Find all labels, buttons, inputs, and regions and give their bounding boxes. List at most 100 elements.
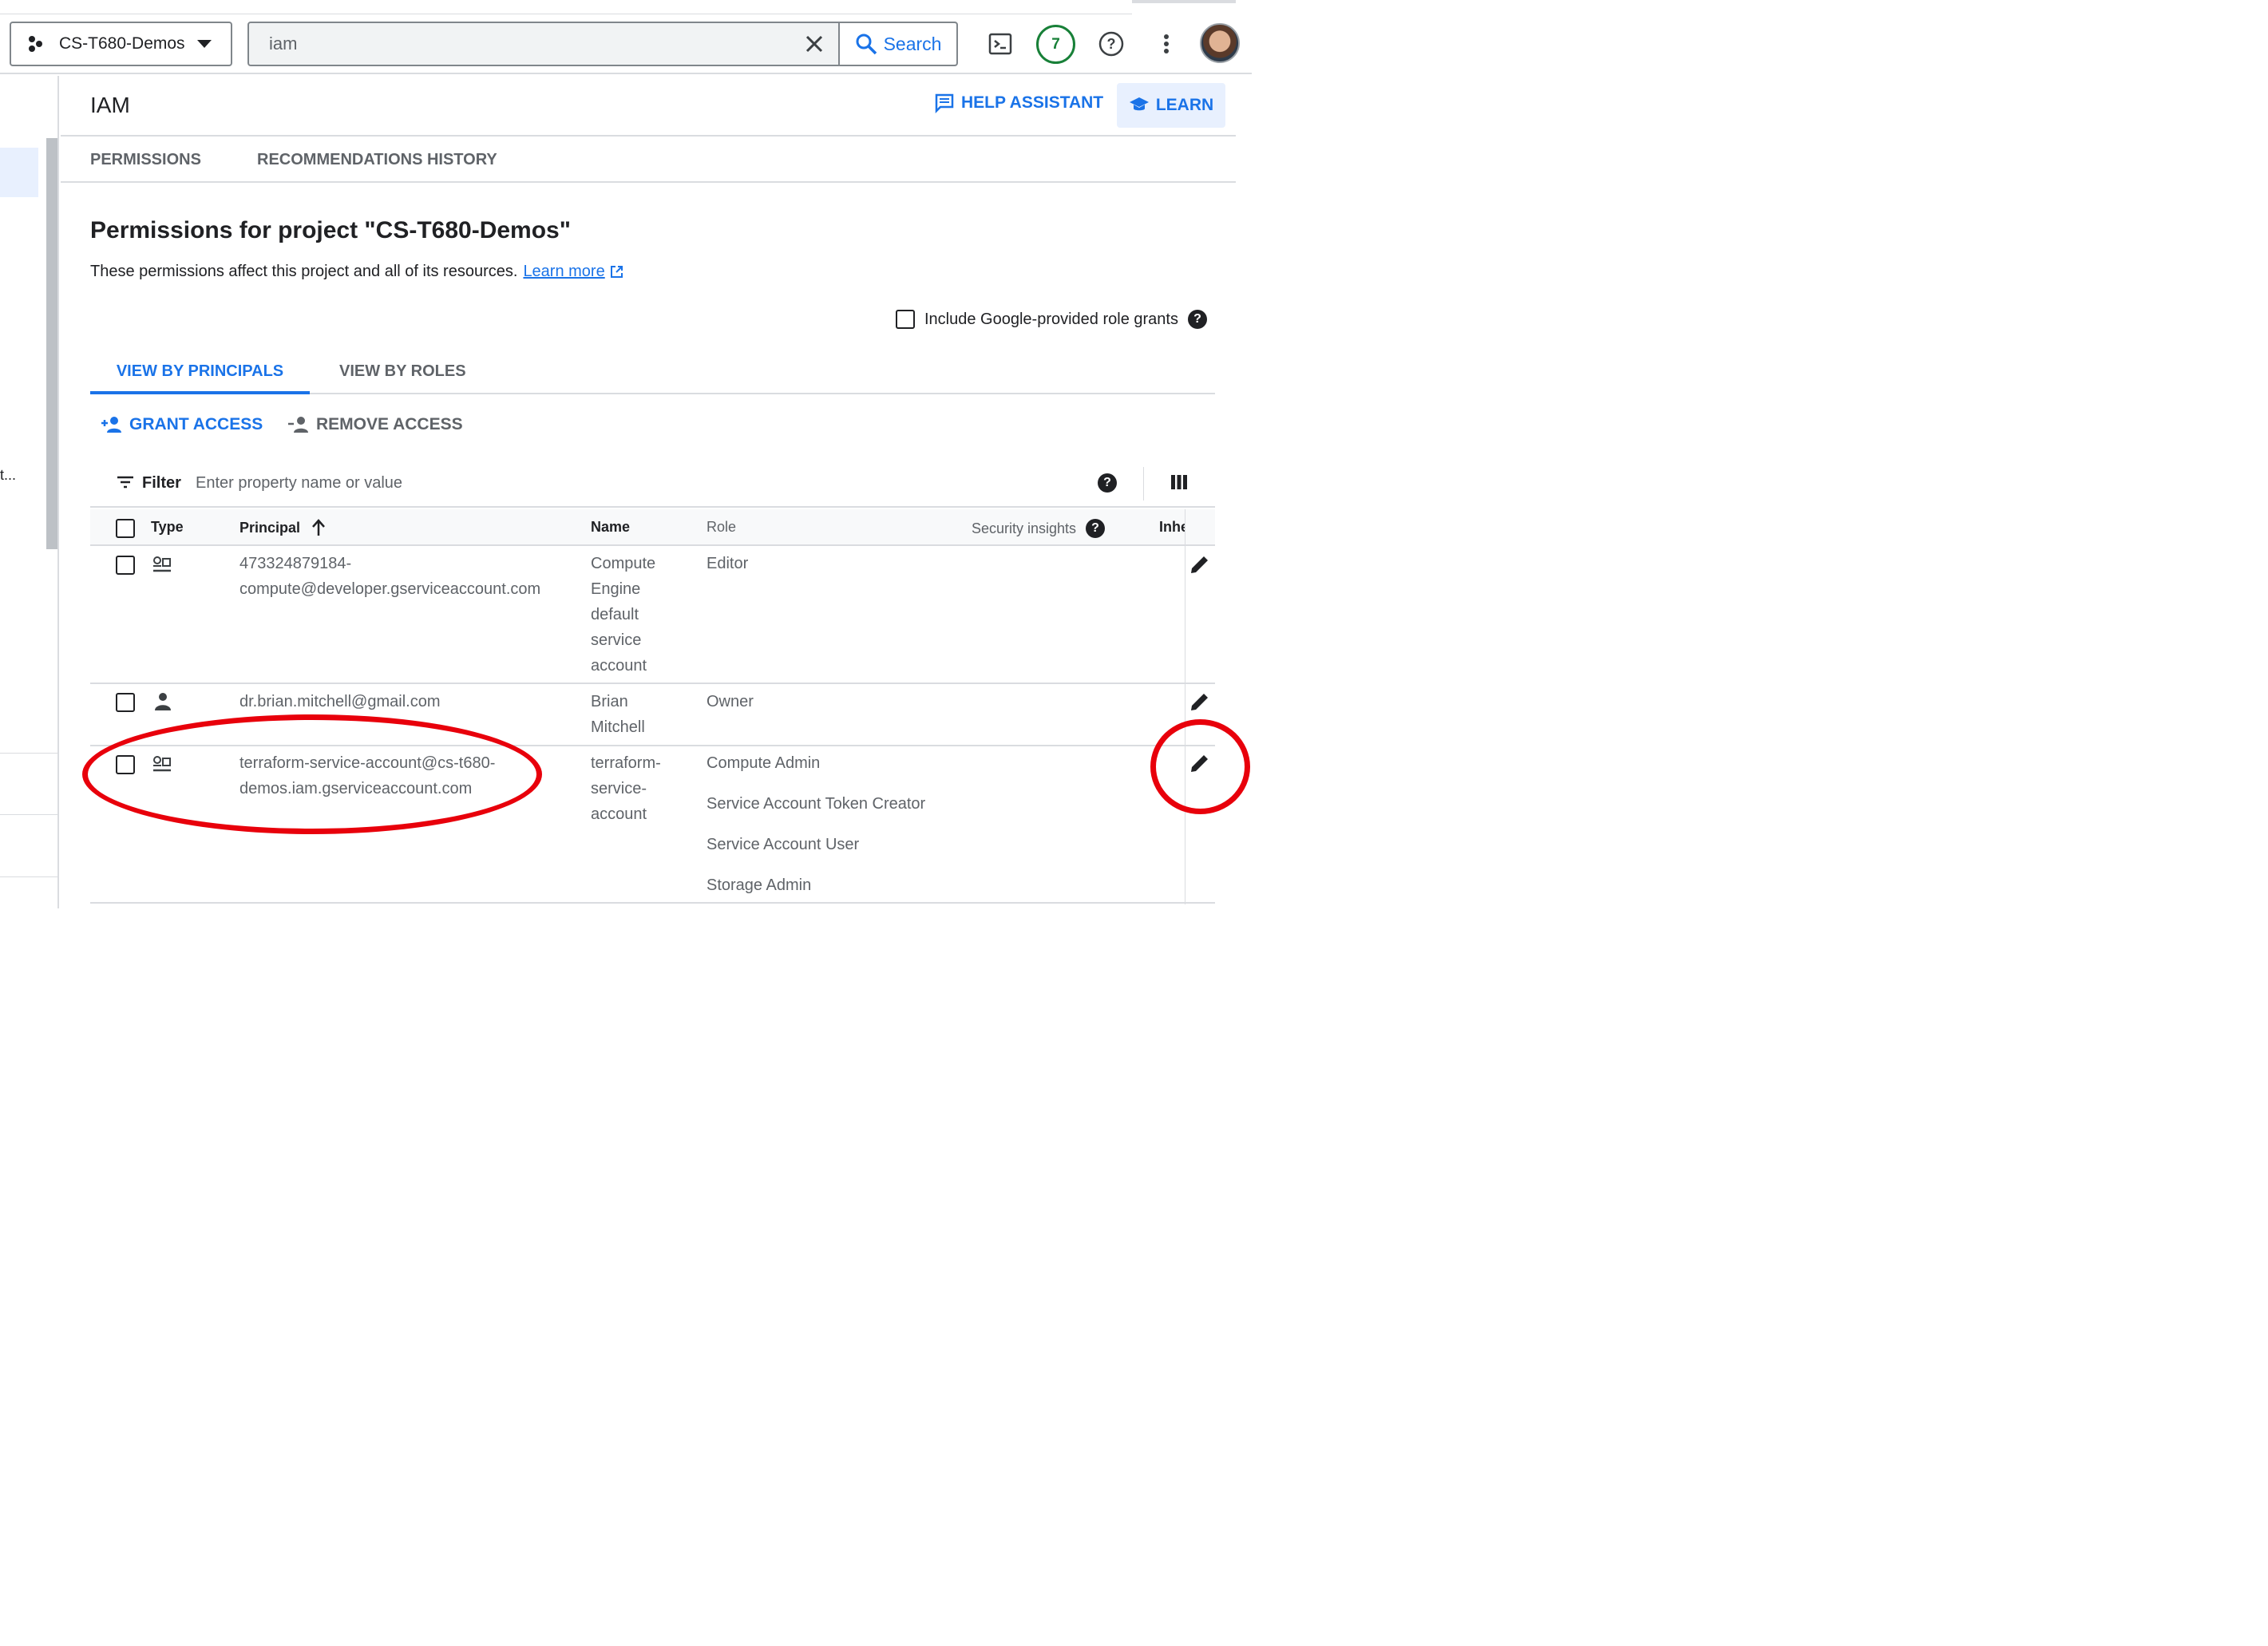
annotation-ellipse-principal [82,714,542,834]
name-line: service [591,631,642,649]
permissions-description-text: These permissions affect this project an… [90,263,518,280]
role-cell: Compute Admin Service Account Token Crea… [707,750,925,898]
project-picker[interactable]: CS-T680-Demos [10,22,232,66]
remove-access-button[interactable]: REMOVE ACCESS [287,415,463,434]
clear-search-button[interactable] [790,35,838,53]
filter-help-icon[interactable]: ? [1098,473,1117,493]
principal-line: 473324879184- [239,555,352,572]
help-button[interactable]: ? [1094,24,1129,64]
project-name: CS-T680-Demos [59,34,185,53]
include-google-grants-checkbox[interactable] [896,310,915,329]
nav-item-truncated[interactable]: t... [0,467,16,484]
row-divider [90,683,1215,684]
school-icon [1129,97,1149,111]
search-input[interactable]: iam [269,34,790,54]
open-in-new-icon [610,266,623,278]
avatar[interactable] [1200,23,1240,63]
include-google-grants-row: Include Google-provided role grants ? [896,310,1207,329]
iam-tabs [61,138,1236,183]
help-icon[interactable]: ? [1187,310,1207,329]
help-assistant-button[interactable]: HELP ASSISTANT [934,93,1103,113]
column-type: Type [151,519,184,535]
role-item: Service Account Token Creator [707,795,926,813]
nav-scrollbar[interactable] [46,138,57,549]
learn-label: LEARN [1155,96,1214,114]
row-checkbox[interactable] [116,556,135,575]
service-account-icon [152,556,172,577]
arrow-up-icon [312,519,325,536]
select-all-checkbox[interactable] [116,519,135,538]
filter-input[interactable]: Enter property name or value [196,474,402,493]
close-icon [805,35,823,53]
project-hexagons-icon [29,36,42,52]
name-line: Compute [591,555,656,572]
principal-line: dr.brian.mitchell@gmail.com [239,693,441,710]
tab-permissions[interactable]: PERMISSIONS [90,151,201,169]
name-line: Mitchell [591,718,645,736]
filter-icon [117,475,134,493]
grant-access-label: GRANT ACCESS [129,415,263,433]
column-principal-label: Principal [239,519,301,536]
person-icon [154,692,172,715]
cloud-shell-button[interactable] [984,24,1016,64]
principal-cell: dr.brian.mitchell@gmail.com [239,689,441,714]
column-role: Role [707,519,737,535]
more-vert-icon [1164,34,1169,53]
row-divider [90,902,1215,904]
search-icon [856,34,877,55]
name-cell: Brian Mitchell [591,689,645,740]
column-security-insights-label: Security insights [972,520,1077,536]
permissions-description: These permissions affect this project an… [90,263,623,281]
help-assistant-label: HELP ASSISTANT [961,93,1104,112]
tab-view-by-principals[interactable]: VIEW BY PRINCIPALS [90,351,310,394]
learn-more-link[interactable]: Learn more [523,263,623,281]
nav-item-selected[interactable] [0,148,38,197]
role-cell: Owner [707,693,754,710]
notifications-badge[interactable]: 7 [1036,25,1075,64]
grant-access-button[interactable]: GRANT ACCESS [101,415,263,434]
principal-cell: 473324879184- compute@developer.gservice… [239,551,540,602]
principal-line: compute@developer.gserviceaccount.com [239,580,541,598]
name-line: service- [591,780,647,797]
learn-button[interactable]: LEARN [1117,83,1225,128]
person-add-icon [101,417,121,433]
annotation-ellipse-edit [1150,719,1250,814]
nav-divider [0,753,57,754]
column-security-insights: Security insights ? [972,519,1106,538]
tab-recommendations-history[interactable]: RECOMMENDATIONS HISTORY [257,151,497,169]
edit-principal-button[interactable] [1188,552,1212,580]
role-item: Storage Admin [707,876,812,894]
role-item: Compute Admin [707,754,821,772]
terminal-icon [988,33,1012,55]
search-button[interactable]: Search [838,23,956,65]
edit-principal-button[interactable] [1188,690,1212,718]
chat-icon [935,93,954,113]
search-box[interactable]: iam Search [247,22,958,66]
nav-divider [0,814,57,815]
learn-more-label: Learn more [523,263,605,280]
filter-divider [1143,467,1144,501]
pencil-icon [1191,694,1208,710]
permissions-title: Permissions for project "CS-T680-Demos" [90,217,571,243]
name-line: Brian [591,693,628,710]
column-principal[interactable]: Principal [239,519,326,536]
help-icon[interactable]: ? [1086,519,1106,538]
search-button-label: Search [883,33,942,54]
top-divider-fragment [1132,0,1236,3]
column-display-icon[interactable] [1170,473,1188,495]
role-cell: Editor [707,555,749,572]
name-line: account [591,657,647,675]
nav-divider [0,876,57,877]
remove-access-label: REMOVE ACCESS [316,415,463,433]
include-google-grants-label: Include Google-provided role grants [924,310,1178,328]
pencil-icon [1191,556,1208,573]
help-circle-icon: ? [1098,31,1124,57]
tab-view-by-roles[interactable]: VIEW BY ROLES [339,362,466,381]
chevron-down-icon [197,40,212,48]
name-cell: Compute Engine default service account [591,551,655,679]
name-line: Engine [591,580,641,598]
row-checkbox[interactable] [116,693,135,712]
column-name: Name [591,519,631,535]
more-options-button[interactable] [1154,24,1178,64]
column-inheritance: Inhe [1159,519,1185,535]
